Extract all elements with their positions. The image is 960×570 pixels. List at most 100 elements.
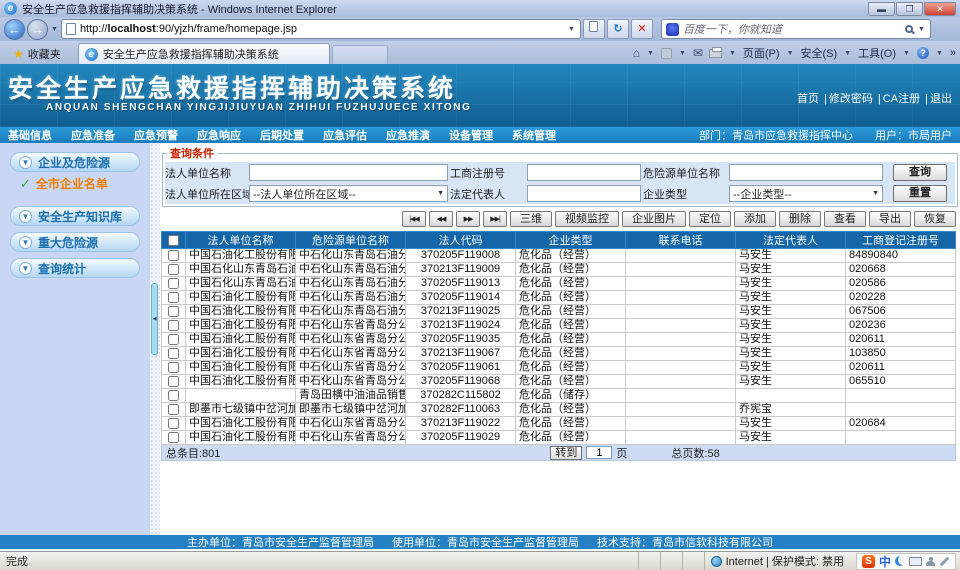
toolbar-button[interactable]: 视频监控	[555, 211, 619, 227]
legal-rep-input[interactable]	[527, 185, 641, 202]
row-checkbox[interactable]	[168, 418, 179, 429]
close-button[interactable]: ✕	[924, 2, 956, 16]
sidebar-section-query-stats[interactable]: ▼ 查询统计	[10, 258, 140, 278]
sidebar-section-major-hazard[interactable]: ▼ 重大危险源	[10, 232, 140, 252]
toolbar-button[interactable]: 定位	[689, 211, 731, 227]
nav-item[interactable]: 后期处置	[260, 127, 304, 143]
row-checkbox[interactable]	[168, 362, 179, 373]
table-row[interactable]: 即墨市七级镇中岔河加油站 即墨市七级镇中岔河加油站 370282F110063 …	[162, 403, 956, 417]
reset-button[interactable]: 重置	[893, 185, 947, 202]
last-page-button[interactable]: ▶▶|	[483, 211, 507, 227]
help-icon[interactable]: ?	[917, 47, 929, 59]
row-checkbox[interactable]	[168, 390, 179, 401]
person-icon[interactable]	[926, 557, 935, 566]
sidebar-item-city-enterprise-list[interactable]: ✓ 全市企业名单	[20, 175, 150, 192]
row-checkbox[interactable]	[168, 334, 179, 345]
feeds-icon[interactable]	[661, 48, 672, 59]
nav-item[interactable]: 应急推演	[386, 127, 430, 143]
menu-page[interactable]: 页面(P)	[743, 45, 780, 61]
maximize-button[interactable]: ❐	[896, 2, 923, 16]
table-row[interactable]: 中国石油化工股份有限公司山东青岛石油分公司 中石化山东青岛石油分公司25站 37…	[162, 305, 956, 319]
print-icon[interactable]	[709, 49, 722, 58]
select-all-checkbox[interactable]	[168, 235, 179, 246]
row-checkbox[interactable]	[168, 432, 179, 443]
row-checkbox[interactable]	[168, 320, 179, 331]
nav-item[interactable]: 应急评估	[323, 127, 367, 143]
history-dropdown-icon[interactable]: ▼	[50, 26, 59, 33]
toolbar-button[interactable]: 三维	[510, 211, 552, 227]
wrench-icon[interactable]	[940, 556, 950, 566]
mail-icon[interactable]: ✉	[693, 46, 703, 60]
nav-item[interactable]: 应急响应	[197, 127, 241, 143]
table-row[interactable]: 中国石油化工股份有限公司山东青岛石油分公司 中石化山东青岛石油分公司8加油站 3…	[162, 249, 956, 263]
corp-name-input[interactable]	[249, 164, 448, 181]
table-row[interactable]: 中国石油化工股份有限公司山东省青岛分公司 中石化山东省青岛分公司68站 3702…	[162, 375, 956, 389]
table-row[interactable]: 中国石油化工股份有限公司山东省青岛分公司 中石化山东省青岛分公司67站 3702…	[162, 347, 956, 361]
sidebar-section-knowledge[interactable]: ▼ 安全生产知识库	[10, 206, 140, 226]
tab-active[interactable]: e 安全生产应急救援指挥辅助决策系统	[78, 43, 330, 64]
table-row[interactable]: 中国石油化工股份有限公司山东省青岛分公司 中石化山东省青岛分公司61站 3702…	[162, 361, 956, 375]
search-icon[interactable]	[905, 25, 913, 33]
forward-button[interactable]: →	[27, 19, 48, 40]
table-row[interactable]: 中国石油化工股份有限公司山东省青岛分公司 中石化山东省青岛分公司29站 3702…	[162, 431, 956, 445]
search-dropdown-icon[interactable]: ▼	[917, 26, 926, 33]
address-input[interactable]: http://localhost:90/yjzh/frame/homepage.…	[61, 19, 581, 39]
toolbar-button[interactable]: 删除	[779, 211, 821, 227]
row-checkbox[interactable]	[168, 250, 179, 261]
prev-page-button[interactable]: ◀◀	[429, 211, 453, 227]
menu-security[interactable]: 安全(S)	[801, 45, 838, 61]
favorites-button[interactable]: ★ 收藏夹	[4, 44, 70, 63]
toolbar-button[interactable]: 恢复	[914, 211, 956, 227]
toolbar-button[interactable]: 企业图片	[622, 211, 686, 227]
header-link[interactable]: 首页	[797, 93, 819, 105]
moon-icon[interactable]	[895, 556, 905, 566]
reg-no-input[interactable]	[527, 164, 641, 181]
keyboard-icon[interactable]	[909, 557, 922, 566]
row-checkbox[interactable]	[168, 348, 179, 359]
ime-chinese-mode[interactable]: 中	[879, 553, 891, 570]
next-page-button[interactable]: ▶▶	[456, 211, 480, 227]
row-checkbox[interactable]	[168, 278, 179, 289]
ent-type-select[interactable]: --企业类型-- ▼	[729, 185, 883, 202]
header-link[interactable]: CA注册	[875, 93, 920, 105]
row-checkbox[interactable]	[168, 404, 179, 415]
table-row[interactable]: 青岛田横中油油品销售有限公司 370282C115802 危化品（储存）	[162, 389, 956, 403]
toolbar-button[interactable]: 导出	[869, 211, 911, 227]
toolbar-button[interactable]: 查看	[824, 211, 866, 227]
table-row[interactable]: 中国石油化工股份有限公司山东省青岛分公司 中石化山东省青岛分公司第22站 370…	[162, 417, 956, 431]
sidebar-splitter[interactable]: ◀	[150, 143, 160, 535]
first-page-button[interactable]: |◀◀	[402, 211, 426, 227]
row-checkbox[interactable]	[168, 292, 179, 303]
nav-item[interactable]: 系统管理	[512, 127, 556, 143]
region-select[interactable]: --法人单位所在区域-- ▼	[249, 185, 448, 202]
splitter-collapse-handle[interactable]: ◀	[151, 283, 158, 355]
table-row[interactable]: 中国石油化工股份有限公司山东省青岛分公司 中石化山东省青岛分公司35站 3702…	[162, 333, 956, 347]
table-row[interactable]: 中国石油化工股份有限公司山东省青岛分公司 中石化山东省青岛分公司24站 3702…	[162, 319, 956, 333]
home-icon[interactable]: ⌂	[633, 46, 640, 60]
header-link[interactable]: 退出	[922, 93, 952, 105]
nav-item[interactable]: 基础信息	[8, 127, 52, 143]
compatibility-view-button[interactable]	[583, 19, 605, 39]
goto-button[interactable]: 转到	[550, 446, 582, 460]
overflow-chevron[interactable]: »	[950, 47, 956, 59]
address-dropdown-icon[interactable]: ▼	[567, 26, 576, 33]
search-button[interactable]: 查询	[893, 164, 947, 181]
sidebar-section-enterprise[interactable]: ▼ 企业及危险源	[10, 152, 140, 172]
nav-item[interactable]: 应急预警	[134, 127, 178, 143]
new-tab-stub[interactable]	[332, 45, 388, 64]
nav-item[interactable]: 应急准备	[71, 127, 115, 143]
minimize-button[interactable]: ▬	[868, 2, 895, 16]
menu-tools[interactable]: 工具(O)	[858, 45, 896, 61]
refresh-button[interactable]: ↻	[607, 19, 629, 39]
table-row[interactable]: 中国石化山东青岛石油分公司 中石化山东青岛石油分公司13加油站 370205F1…	[162, 277, 956, 291]
table-row[interactable]: 中国石化山东青岛石油分公司 中石化山东青岛石油分公司09加油站 370213F1…	[162, 263, 956, 277]
row-checkbox[interactable]	[168, 306, 179, 317]
page-number-input[interactable]	[586, 446, 612, 459]
stop-button[interactable]: ✕	[631, 19, 653, 39]
row-checkbox[interactable]	[168, 264, 179, 275]
toolbar-button[interactable]: 添加	[734, 211, 776, 227]
sogou-icon[interactable]: S	[862, 555, 875, 568]
search-input[interactable]: 百度一下，你就知道 ▼	[661, 19, 931, 39]
nav-item[interactable]: 设备管理	[449, 127, 493, 143]
row-checkbox[interactable]	[168, 376, 179, 387]
